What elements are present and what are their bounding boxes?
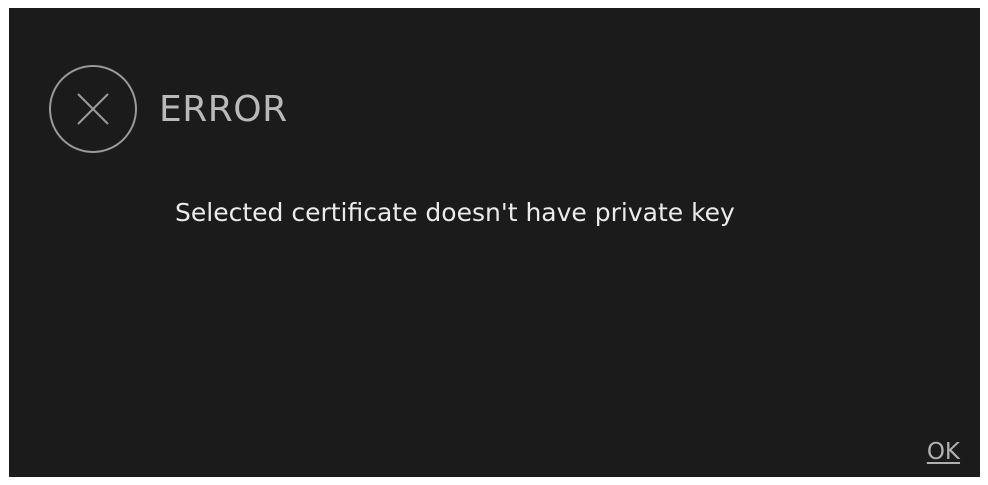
dialog-header: ERROR xyxy=(47,64,288,154)
error-message: Selected certificate doesn't have privat… xyxy=(175,198,735,227)
error-circle-x-icon xyxy=(49,65,137,153)
ok-button[interactable]: OK xyxy=(923,437,964,467)
error-dialog: ERROR Selected certificate doesn't have … xyxy=(9,8,980,477)
dialog-title: ERROR xyxy=(159,88,288,130)
